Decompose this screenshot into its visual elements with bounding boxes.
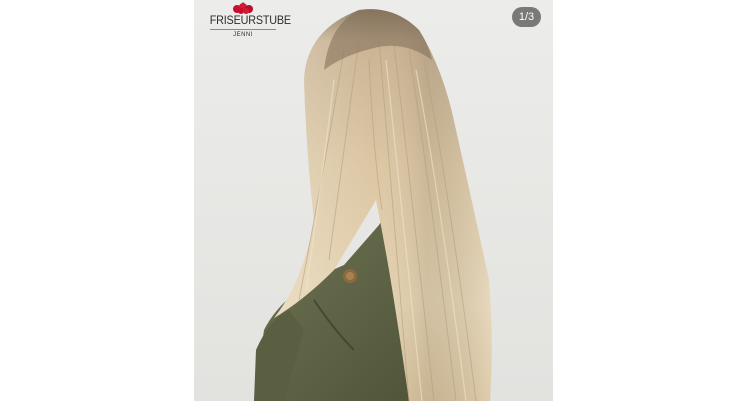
- logo-subtitle: JENNI: [233, 32, 253, 38]
- hair-photo: [194, 0, 553, 401]
- logo-divider: [210, 29, 276, 30]
- image-viewer: FRISEURSTUBE JENNI 1/3: [0, 0, 747, 401]
- gallery-photo[interactable]: FRISEURSTUBE JENNI 1/3: [194, 0, 553, 401]
- salon-logo: FRISEURSTUBE JENNI: [206, 2, 291, 39]
- image-counter-badge: 1/3: [512, 7, 541, 27]
- logo-name: FRISEURSTUBE: [209, 13, 291, 27]
